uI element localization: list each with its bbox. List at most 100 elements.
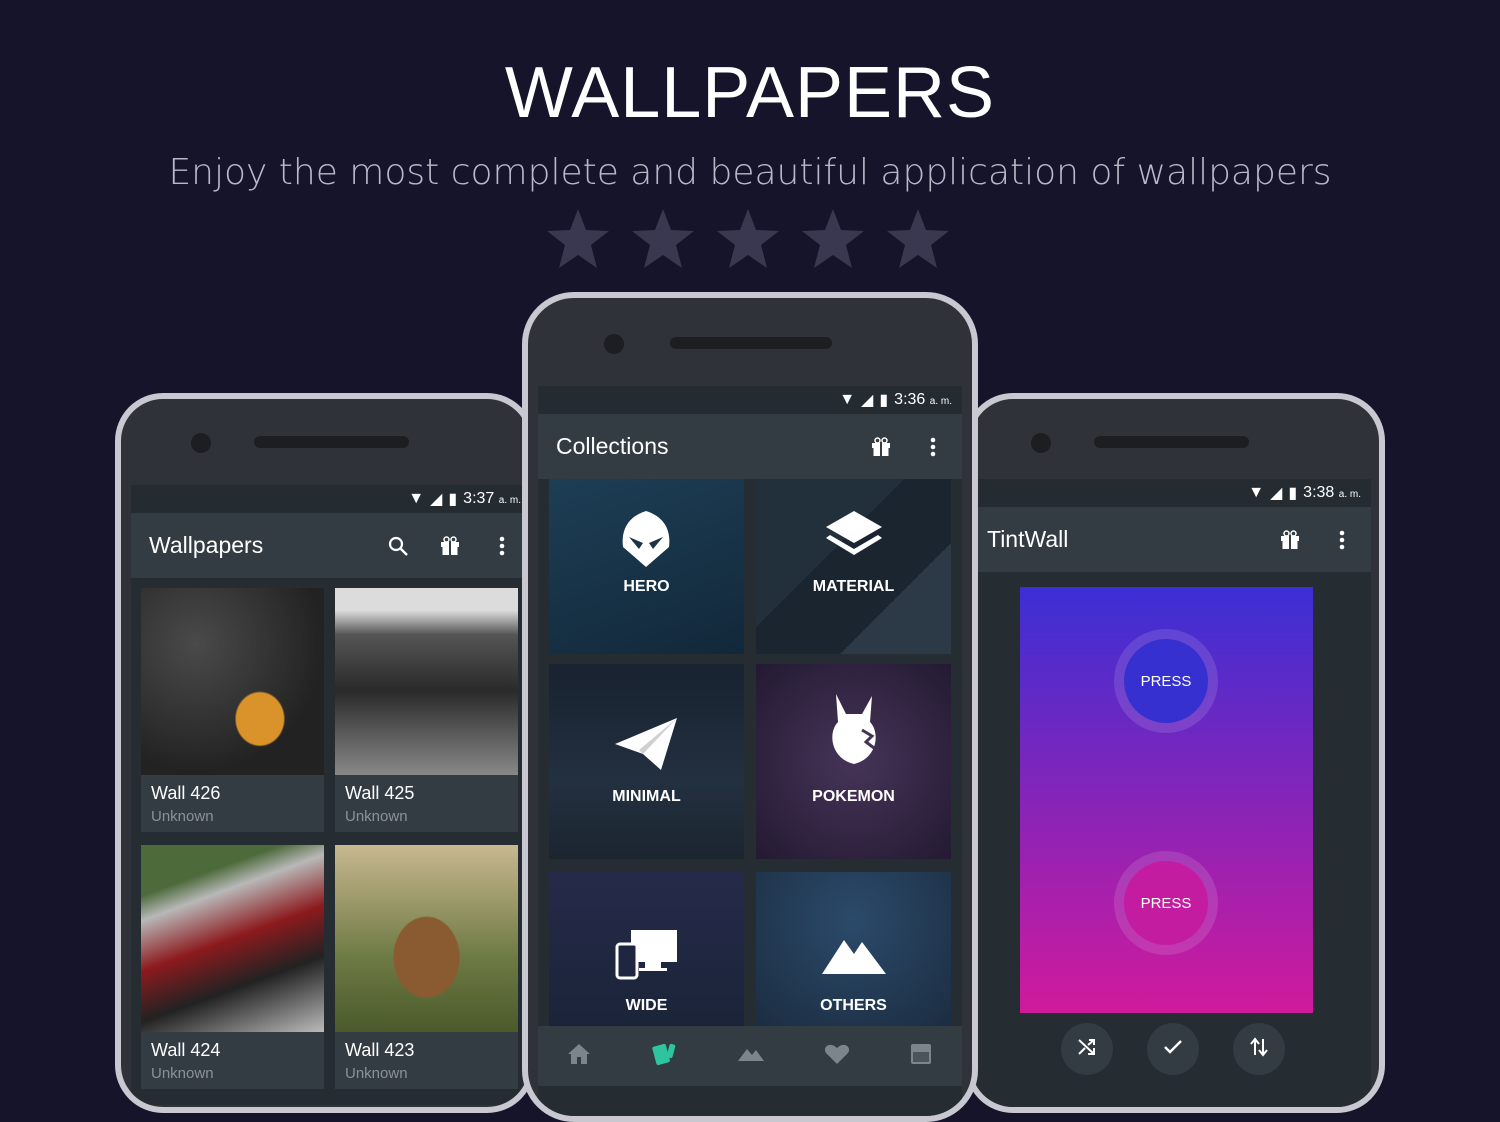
wallpaper-card[interactable]: Wall 424 Unknown [141,845,324,1089]
paper-plane-icon [615,718,677,770]
swap-vert-icon [1250,1036,1268,1062]
wallpaper-author: Unknown [345,808,408,825]
wallpaper-card[interactable]: Wall 423 Unknown [335,845,518,1089]
check-icon [1163,1039,1183,1060]
apply-button[interactable] [1147,1023,1199,1075]
collection-label: MINIMAL [612,788,681,805]
collection-others[interactable]: OTHERS [756,872,951,1032]
star-icon [717,209,779,268]
collections-icon[interactable] [650,1042,678,1071]
bottom-navigation [538,1026,962,1086]
wallpaper-card[interactable]: Wall 426 Unknown [141,588,324,832]
camera [604,334,624,354]
favorites-icon[interactable] [824,1043,850,1070]
center-screen: ▼ ◢ ▮ 3:36 a. m. Collections HERO MATERIAL… [538,386,962,1116]
status-time: 3:37 [463,490,495,507]
speaker [254,436,409,448]
wallpaper-thumbnail [335,588,518,775]
muzei-icon[interactable] [909,1042,933,1071]
more-vert-icon[interactable] [1331,529,1353,551]
wifi-icon: ▼ [839,391,856,408]
star-icon [547,209,609,268]
gift-icon[interactable] [870,436,892,458]
wallpaper-title: Wall 424 [151,1040,221,1060]
signal-icon: ◢ [430,491,443,508]
status-suffix: a. m. [1338,489,1361,500]
pikachu-icon [832,694,876,764]
collection-label: OTHERS [820,997,887,1014]
collection-hero[interactable]: HERO [549,479,744,654]
mask-icon [622,511,670,567]
left-screen: ▼ ◢ ▮ 3:37 a. m. Wallpapers Wall 426 Unkno… [131,485,529,1105]
app-bar: TintWall [975,507,1371,572]
battery-icon: ▮ [879,392,889,409]
camera [191,433,211,453]
press-top-label: PRESS [1124,639,1208,723]
collection-label: HERO [623,578,670,595]
wifi-icon: ▼ [1248,484,1265,501]
gift-icon[interactable] [1279,529,1301,551]
collection-label: POKEMON [812,788,895,805]
press-top-button[interactable]: PRESS [1114,629,1218,733]
tint-preview: PRESS PRESS [1020,587,1313,1013]
promo-headline: WALLPAPERS [504,53,996,133]
layers-icon [826,511,882,555]
wallpaper-thumbnail [141,588,324,775]
promo-subtitle: Enjoy the most complete and beautiful ap… [168,152,1332,193]
status-time: 3:36 [894,391,926,408]
wallpaper-title: Wall 425 [345,783,415,803]
wallpaper-thumbnail [335,845,518,1032]
status-bar: ▼ ◢ ▮ 3:36 a. m. [538,386,962,414]
speaker [1094,436,1249,448]
app-title: TintWall [987,526,1069,552]
signal-icon: ◢ [1270,485,1283,502]
collection-label: WIDE [625,997,668,1014]
home-icon[interactable] [567,1043,591,1070]
status-time: 3:38 [1303,484,1335,501]
shuffle-button[interactable] [1061,1023,1113,1075]
gift-icon[interactable] [439,535,461,557]
press-bottom-label: PRESS [1124,861,1208,945]
wallpaper-card[interactable]: Wall 425 Unknown [335,588,518,832]
right-screen: ▼ ◢ ▮ 3:38 a. m. TintWall PRESS PRESS [975,479,1371,1107]
wallpapers-icon[interactable] [737,1045,765,1068]
star-icon [802,209,864,268]
collection-minimal[interactable]: MINIMAL [549,664,744,859]
more-vert-icon[interactable] [922,436,944,458]
speaker [670,337,832,349]
wallpaper-title: Wall 426 [151,783,221,803]
collection-label: MATERIAL [812,578,895,595]
wifi-icon: ▼ [408,490,425,507]
left-phone: ▼ ◢ ▮ 3:37 a. m. Wallpapers Wall 426 Unkno… [115,393,535,1113]
app-bar: Collections [538,414,962,479]
collection-material[interactable]: MATERIAL [756,479,951,654]
battery-icon: ▮ [448,491,458,508]
wallpaper-thumbnail [141,845,324,1032]
wallpaper-author: Unknown [151,1065,214,1082]
rating-stars [545,207,955,272]
shuffle-icon [1077,1037,1097,1062]
wallpaper-title: Wall 423 [345,1040,415,1060]
collection-wide[interactable]: WIDE [549,872,744,1032]
devices-icon [615,930,677,980]
collection-pokemon[interactable]: POKEMON [756,664,951,859]
app-title: Wallpapers [149,532,264,558]
status-bar: ▼ ◢ ▮ 3:37 a. m. [131,485,529,513]
swap-button[interactable] [1233,1023,1285,1075]
status-bar: ▼ ◢ ▮ 3:38 a. m. [975,479,1371,507]
status-suffix: a. m. [498,495,521,506]
more-vert-icon[interactable] [491,535,513,557]
center-phone: ▼ ◢ ▮ 3:36 a. m. Collections HERO MATERIAL… [522,292,978,1122]
press-bottom-button[interactable]: PRESS [1114,851,1218,955]
camera [1031,433,1051,453]
battery-icon: ▮ [1288,485,1298,502]
signal-icon: ◢ [861,392,874,409]
star-icon [887,209,949,268]
wallpaper-author: Unknown [151,808,214,825]
wallpaper-author: Unknown [345,1065,408,1082]
app-bar: Wallpapers [131,513,529,578]
search-icon[interactable] [387,535,409,557]
app-title: Collections [556,433,669,459]
mountain-icon [822,940,886,974]
status-suffix: a. m. [929,396,952,407]
